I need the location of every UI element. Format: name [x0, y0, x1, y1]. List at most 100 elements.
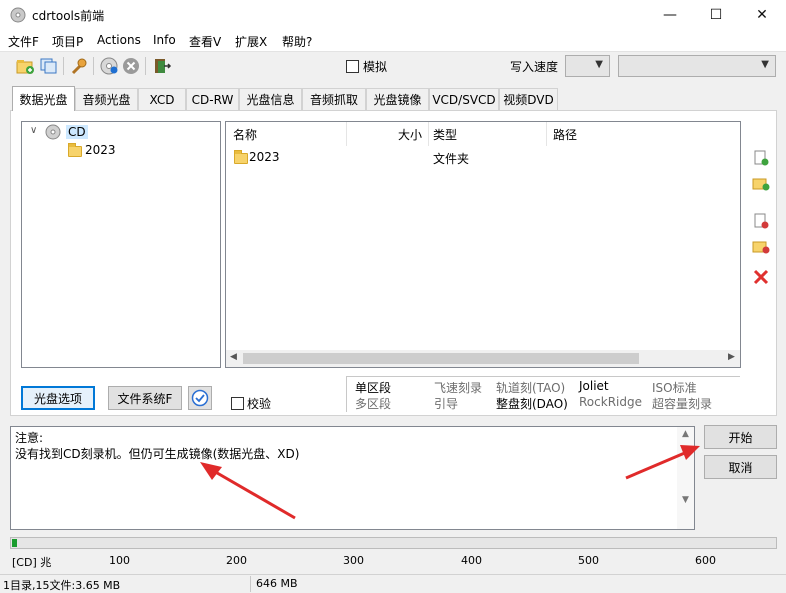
scroll-up-icon[interactable]: ▲ [682, 429, 689, 439]
file-list[interactable]: 名称 大小 类型 路径 2023 文件夹 ◀ ▶ [225, 121, 741, 368]
menu-bar: 文件F 项目P Actions Info 查看V 扩展X 帮助? [0, 30, 786, 52]
menu-actions[interactable]: Actions [97, 33, 141, 47]
option-multi-session[interactable]: 多区段 [355, 395, 391, 412]
burn-disc-icon[interactable] [99, 57, 119, 75]
scale-tick-label: 100 [109, 554, 130, 567]
simulate-checkbox[interactable] [346, 60, 359, 73]
option-single-session[interactable]: 单区段 [355, 379, 391, 396]
exit-icon[interactable] [152, 57, 172, 75]
column-separator [546, 122, 547, 146]
tab-audio-disc[interactable]: 音频光盘 [75, 88, 138, 110]
window-title: cdrtools前端 [32, 9, 105, 23]
tab-disc-info[interactable]: 光盘信息 [239, 88, 302, 110]
tree-root-label[interactable]: CD [66, 125, 88, 139]
disc-options-button[interactable]: 光盘选项 [21, 386, 95, 410]
option-joliet[interactable]: Joliet [579, 379, 609, 393]
cd-app-icon [10, 7, 26, 23]
menu-view[interactable]: 查看V [189, 33, 221, 50]
scale-unit-label: [CD] 兆 [12, 556, 52, 569]
row-type: 文件夹 [433, 152, 470, 166]
notes-textbox[interactable]: 注意: 没有找到CD刻录机。但仍可生成镜像(数据光盘、XD) ▲ ▼ [10, 426, 695, 530]
status-divider [250, 576, 251, 592]
scale-tick-label: 500 [578, 554, 599, 567]
progress-fill [12, 539, 17, 547]
collapse-chevron-icon[interactable]: ∨ [30, 125, 37, 136]
settings-wrench-icon[interactable] [69, 57, 89, 75]
scroll-right-icon[interactable]: ▶ [728, 352, 735, 362]
column-header-size[interactable]: 大小 [396, 122, 422, 146]
write-speed-label: 写入速度 [510, 60, 559, 74]
title-bar: cdrtools前端 — ☐ ✕ [0, 0, 786, 30]
status-size: 646 MB [256, 577, 298, 590]
scale-tick-label: 300 [343, 554, 364, 567]
cd-drive-icon [45, 124, 61, 140]
filesystem-button[interactable]: 文件系统F [108, 386, 182, 410]
column-header-name[interactable]: 名称 [233, 122, 257, 146]
status-summary: 1目录,15文件:3.65 MB [3, 579, 121, 592]
option-overburn[interactable]: 超容量刻录 [652, 395, 712, 412]
start-button[interactable]: 开始 [704, 425, 777, 449]
folder-tree[interactable]: ∨ CD 2023 [21, 121, 221, 368]
menu-project[interactable]: 项目P [52, 33, 83, 50]
verify-toggle-button[interactable] [188, 386, 212, 410]
chevron-down-icon: ▼ [761, 59, 769, 70]
scrollbar-thumb[interactable] [243, 353, 639, 364]
scale-tick-label: 200 [226, 554, 247, 567]
toolbar: 模拟 写入速度 ▼ ▼ [0, 52, 786, 80]
scroll-left-icon[interactable]: ◀ [230, 352, 237, 362]
tab-video-dvd[interactable]: 视频DVD [499, 88, 558, 110]
close-button[interactable]: ✕ [739, 0, 785, 30]
maximize-button[interactable]: ☐ [693, 0, 739, 30]
add-file-icon[interactable] [752, 150, 770, 166]
option-rockridge[interactable]: RockRidge [579, 395, 642, 409]
menu-extensions[interactable]: 扩展X [235, 33, 267, 50]
scale-tick-label: 400 [461, 554, 482, 567]
simulate-label: 模拟 [363, 60, 388, 74]
verify-checkbox[interactable] [231, 397, 244, 410]
column-header-path[interactable]: 路径 [553, 122, 577, 146]
remove-file-icon[interactable] [752, 213, 770, 229]
tab-disc-image[interactable]: 光盘镜像 [366, 88, 429, 110]
tree-item-label[interactable]: 2023 [85, 143, 116, 157]
folder-icon [68, 143, 82, 157]
notes-title: 注意: [15, 431, 44, 445]
horizontal-scrollbar[interactable]: ◀ ▶ [226, 350, 740, 367]
delete-x-icon[interactable] [752, 269, 770, 285]
burn-options-panel: 单区段 飞速刻录 轨道刻(TAO) Joliet ISO标准 多区段 引导 整盘… [346, 376, 740, 412]
option-dao[interactable]: 整盘刻(DAO) [496, 395, 568, 412]
cancel-button[interactable]: 取消 [704, 455, 777, 479]
notes-message: 没有找到CD刻录机。但仍可生成镜像(数据光盘、XD) [15, 447, 300, 461]
option-fly-burn[interactable]: 飞速刻录 [434, 379, 482, 396]
option-tao[interactable]: 轨道刻(TAO) [496, 379, 565, 396]
column-separator [346, 122, 347, 146]
tab-vcd-svcd[interactable]: VCD/SVCD [429, 88, 499, 110]
capacity-progress-bar [10, 537, 777, 549]
remove-folder-icon[interactable] [752, 238, 770, 254]
table-row[interactable]: 2023 文件夹 [226, 146, 740, 168]
menu-file[interactable]: 文件F [8, 33, 39, 50]
abort-icon[interactable] [121, 57, 141, 75]
tab-audio-rip[interactable]: 音频抓取 [302, 88, 366, 110]
toolbar-separator [145, 57, 146, 75]
minimize-button[interactable]: — [647, 0, 693, 30]
add-folder-icon[interactable] [752, 175, 770, 191]
tab-cd-rw[interactable]: CD-RW [186, 88, 239, 110]
chevron-down-icon: ▼ [595, 59, 603, 70]
row-name: 2023 [249, 150, 280, 164]
option-boot[interactable]: 引导 [434, 395, 458, 412]
device-select[interactable]: ▼ [618, 55, 776, 77]
menu-info[interactable]: Info [153, 33, 176, 47]
toolbar-separator [93, 57, 94, 75]
menu-help[interactable]: 帮助? [282, 33, 312, 50]
tab-data-disc[interactable]: 数据光盘 [12, 86, 75, 111]
column-separator [428, 122, 429, 146]
vertical-scrollbar[interactable]: ▲ ▼ [677, 427, 694, 529]
open-files-icon[interactable] [39, 57, 59, 75]
write-speed-select[interactable]: ▼ [565, 55, 610, 77]
scroll-down-icon[interactable]: ▼ [682, 495, 689, 505]
tab-xcd[interactable]: XCD [138, 88, 186, 110]
toolbar-separator [63, 57, 64, 75]
column-header-type[interactable]: 类型 [433, 122, 457, 146]
new-project-icon[interactable] [15, 57, 35, 75]
option-iso-standard[interactable]: ISO标准 [652, 379, 697, 396]
